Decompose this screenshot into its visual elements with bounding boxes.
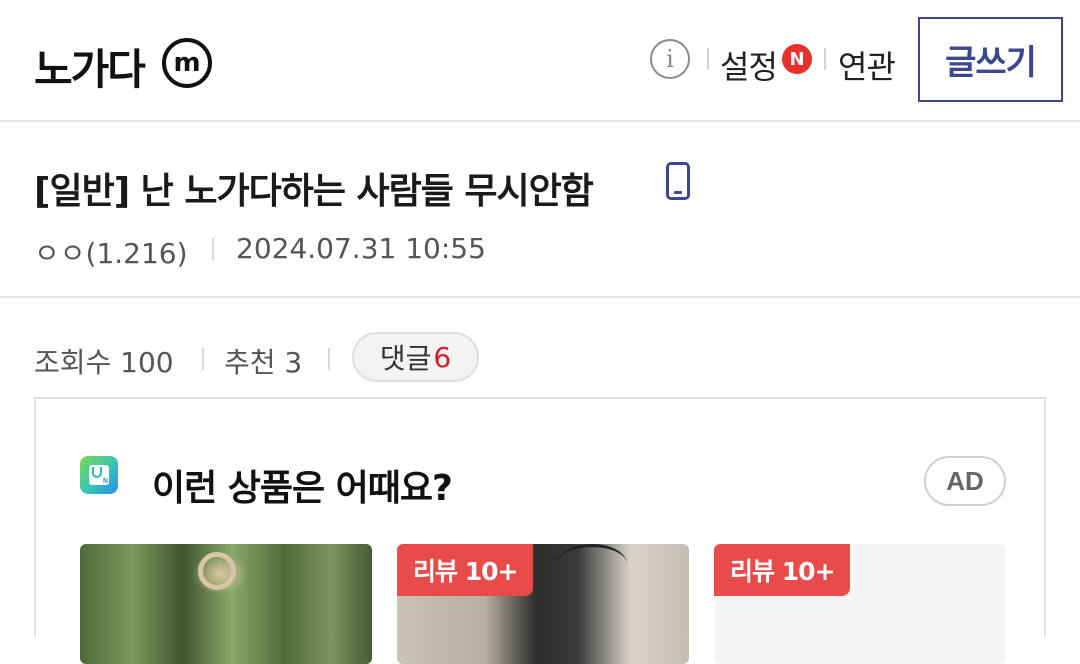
gallery-title[interactable]: 노가다 xyxy=(34,36,146,97)
product-image xyxy=(557,544,627,584)
ad-heading: 이런 상품은 어때요? xyxy=(152,468,453,509)
ad-panel: N 이런 상품은 어때요? AD 리뷰 10+ 리뷰 10+ xyxy=(34,397,1046,664)
gallery-header: 노가다 m i 설정 N 연관 글쓰기 xyxy=(0,0,1080,122)
view-count: 조회수 100 xyxy=(34,346,174,379)
product-card[interactable] xyxy=(80,544,372,664)
mobile-icon xyxy=(666,162,690,200)
review-badge: 리뷰 10+ xyxy=(714,544,851,596)
related-button[interactable]: 연관 xyxy=(838,42,896,88)
post-author[interactable]: ㅇㅇ(1.216) xyxy=(34,232,188,272)
divider xyxy=(202,348,204,370)
review-badge: 리뷰 10+ xyxy=(397,544,534,596)
product-card[interactable]: 리뷰 10+ xyxy=(397,544,689,664)
minor-gallery-icon: m xyxy=(162,38,212,88)
ad-badge[interactable]: AD xyxy=(924,456,1006,506)
shopping-logo-icon: N xyxy=(80,456,118,494)
comment-count: 6 xyxy=(433,340,452,374)
product-image xyxy=(198,552,236,590)
divider xyxy=(328,348,330,370)
settings-button[interactable]: 설정 xyxy=(720,42,778,88)
write-button[interactable]: 글쓰기 xyxy=(918,17,1063,102)
post-title: [일반] 난 노가다하는 사람들 무시안함 xyxy=(34,171,594,212)
info-icon[interactable]: i xyxy=(650,39,690,79)
post-date: 2024.07.31 10:55 xyxy=(236,232,486,265)
divider xyxy=(824,48,826,70)
new-badge: N xyxy=(782,44,812,74)
product-card[interactable]: 리뷰 10+ xyxy=(714,544,1006,664)
divider xyxy=(707,48,709,70)
divider xyxy=(212,238,214,260)
recommend-count: 추천 3 xyxy=(224,346,303,379)
comment-label: 댓글 xyxy=(379,342,432,375)
post-header: [일반] 난 노가다하는 사람들 무시안함 ㅇㅇ(1.216) 2024.07.… xyxy=(0,122,1080,298)
comment-button[interactable]: 댓글 6 xyxy=(352,332,479,382)
